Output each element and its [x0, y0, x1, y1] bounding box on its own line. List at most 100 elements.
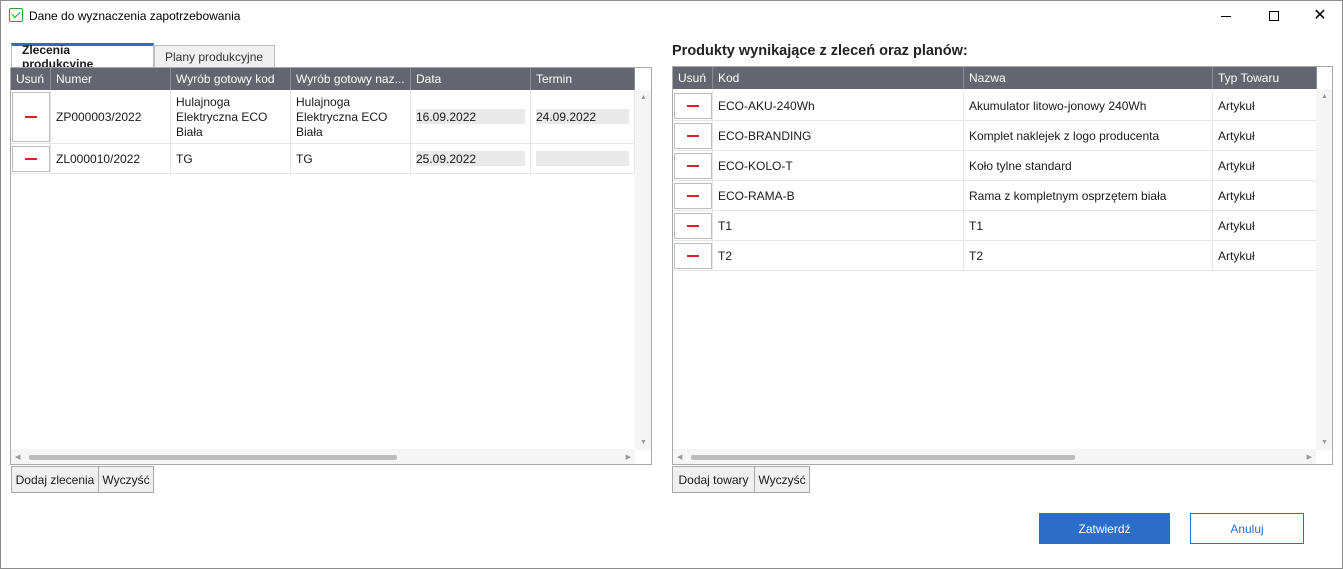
scroll-up-icon[interactable]: ▲ — [1321, 93, 1328, 100]
table-row[interactable]: ECO-AKU-240Wh Akumulator litowo-jonowy 2… — [673, 91, 1317, 121]
minus-icon — [686, 194, 699, 197]
minus-icon — [686, 164, 699, 167]
window-title: Dane do wyznaczenia zapotrzebowania — [29, 9, 241, 23]
cell-kod: ECO-AKU-240Wh — [713, 91, 964, 120]
scroll-up-icon[interactable]: ▲ — [640, 94, 647, 101]
cell-nazwa: Rama z kompletnym osprzętem biała — [964, 181, 1213, 210]
maximize-icon — [1269, 11, 1279, 21]
column-header-kod[interactable]: Kod — [713, 67, 964, 89]
table-row[interactable]: ZL000010/2022 TG TG 25.09.2022 — [11, 144, 635, 174]
cell-wyrob-nazwa: TG — [291, 144, 411, 173]
delete-row-button[interactable] — [673, 242, 712, 269]
minus-icon — [686, 224, 699, 227]
cell-typ: Artykuł — [1213, 211, 1317, 240]
minus-icon — [24, 115, 37, 118]
date-field[interactable]: 16.09.2022 — [416, 109, 525, 124]
delete-row-button[interactable] — [11, 91, 50, 142]
delete-row-button[interactable] — [673, 92, 712, 119]
cell-kod: ECO-BRANDING — [713, 121, 964, 150]
column-header-wyrob-kod[interactable]: Wyrób gotowy kod — [171, 68, 291, 90]
minus-icon — [686, 254, 699, 257]
column-header-data[interactable]: Data — [411, 68, 531, 90]
delete-row-button[interactable] — [11, 145, 50, 172]
deadline-field[interactable]: 24.09.2022 — [536, 109, 629, 124]
column-header-numer[interactable]: Numer — [51, 68, 171, 90]
delete-cell — [673, 91, 713, 120]
scroll-right-icon[interactable]: ▶ — [1307, 453, 1312, 461]
close-button[interactable]: ✕ — [1297, 1, 1343, 31]
products-grid: Usuń Kod Nazwa Typ Towaru ECO-AKU-240Wh … — [672, 66, 1333, 465]
close-icon: ✕ — [1313, 7, 1327, 24]
confirm-button[interactable]: Zatwierdź — [1039, 513, 1170, 544]
vertical-scrollbar[interactable]: ▲ ▼ — [1316, 89, 1332, 450]
table-row[interactable]: ECO-KOLO-T Koło tylne standard Artykuł — [673, 151, 1317, 181]
column-header-termin[interactable]: Termin — [531, 68, 635, 90]
cancel-button[interactable]: Anuluj — [1190, 513, 1304, 544]
column-header-usun[interactable]: Usuń — [673, 67, 713, 89]
column-header-usun[interactable]: Usuń — [11, 68, 51, 90]
cell-nazwa: Koło tylne standard — [964, 151, 1213, 180]
table-row[interactable]: T1 T1 Artykuł — [673, 211, 1317, 241]
column-header-wyrob-nazwa[interactable]: Wyrób gotowy naz... — [291, 68, 411, 90]
delete-cell — [673, 121, 713, 150]
cell-nazwa: Akumulator litowo-jonowy 240Wh — [964, 91, 1213, 120]
horizontal-scrollbar[interactable]: ◀ ▶ — [673, 449, 1316, 464]
delete-cell — [673, 241, 713, 270]
date-field[interactable]: 25.09.2022 — [416, 151, 525, 166]
delete-cell — [673, 181, 713, 210]
orders-header-row: Usuń Numer Wyrób gotowy kod Wyrób gotowy… — [11, 68, 635, 90]
scroll-right-icon[interactable]: ▶ — [626, 453, 631, 461]
delete-cell — [11, 90, 51, 143]
table-row[interactable]: ECO-BRANDING Komplet naklejek z logo pro… — [673, 121, 1317, 151]
cell-kod: T2 — [713, 241, 964, 270]
vertical-scrollbar[interactable]: ▲ ▼ — [635, 90, 651, 450]
orders-grid: Usuń Numer Wyrób gotowy kod Wyrób gotowy… — [10, 67, 652, 465]
column-header-typ-towaru[interactable]: Typ Towaru — [1213, 67, 1317, 89]
delete-cell — [673, 211, 713, 240]
cell-nazwa: Komplet naklejek z logo producenta — [964, 121, 1213, 150]
table-row[interactable]: ZP000003/2022 Hulajnoga Elektryczna ECO … — [11, 90, 635, 144]
cell-kod: ECO-KOLO-T — [713, 151, 964, 180]
cell-numer: ZP000003/2022 — [51, 90, 171, 143]
table-row[interactable]: ECO-RAMA-B Rama z kompletnym osprzętem b… — [673, 181, 1317, 211]
horizontal-scroll-thumb[interactable] — [691, 455, 1075, 460]
deadline-field[interactable] — [536, 151, 629, 166]
cell-data: 16.09.2022 — [411, 90, 531, 143]
clear-products-button[interactable]: Wyczyść — [754, 466, 810, 493]
add-products-button[interactable]: Dodaj towary — [672, 466, 755, 493]
minus-icon — [686, 134, 699, 137]
scroll-down-icon[interactable]: ▼ — [640, 439, 647, 446]
tab-zlecenia-produkcyjne[interactable]: Zlecenia produkcyjne — [11, 43, 154, 71]
maximize-button[interactable] — [1251, 1, 1297, 31]
cell-kod: ECO-RAMA-B — [713, 181, 964, 210]
cell-numer: ZL000010/2022 — [51, 144, 171, 173]
cell-typ: Artykuł — [1213, 181, 1317, 210]
cell-termin: 24.09.2022 — [531, 90, 635, 143]
delete-row-button[interactable] — [673, 182, 712, 209]
cell-typ: Artykuł — [1213, 241, 1317, 270]
horizontal-scroll-thumb[interactable] — [29, 455, 397, 460]
scroll-left-icon[interactable]: ◀ — [15, 453, 20, 461]
add-orders-button[interactable]: Dodaj zlecenia — [11, 466, 99, 493]
delete-row-button[interactable] — [673, 122, 712, 149]
delete-row-button[interactable] — [673, 152, 712, 179]
minimize-button[interactable] — [1203, 1, 1249, 31]
cell-nazwa: T1 — [964, 211, 1213, 240]
column-header-nazwa[interactable]: Nazwa — [964, 67, 1213, 89]
table-row[interactable]: T2 T2 Artykuł — [673, 241, 1317, 271]
cell-wyrob-kod: TG — [171, 144, 291, 173]
scroll-down-icon[interactable]: ▼ — [1321, 439, 1328, 446]
scroll-left-icon[interactable]: ◀ — [677, 453, 682, 461]
products-section-title: Produkty wynikające z zleceń oraz planów… — [672, 43, 968, 59]
cell-typ: Artykuł — [1213, 151, 1317, 180]
clear-orders-button[interactable]: Wyczyść — [98, 466, 154, 493]
title-bar: Dane do wyznaczenia zapotrzebowania ✕ — [1, 1, 1342, 31]
cell-kod: T1 — [713, 211, 964, 240]
delete-row-button[interactable] — [673, 212, 712, 239]
horizontal-scrollbar[interactable]: ◀ ▶ — [11, 449, 635, 464]
delete-cell — [11, 144, 51, 173]
tab-plany-produkcyjne[interactable]: Plany produkcyjne — [154, 45, 275, 67]
cell-termin — [531, 144, 635, 173]
products-header-row: Usuń Kod Nazwa Typ Towaru — [673, 67, 1317, 89]
cell-wyrob-nazwa: Hulajnoga Elektryczna ECO Biała — [291, 90, 411, 143]
